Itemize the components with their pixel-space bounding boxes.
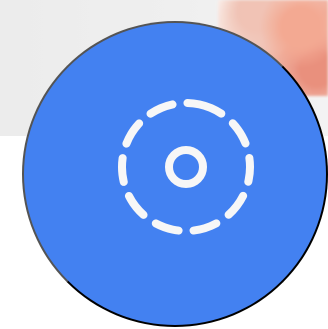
screen [0,0,328,329]
focus-button[interactable] [22,21,328,327]
